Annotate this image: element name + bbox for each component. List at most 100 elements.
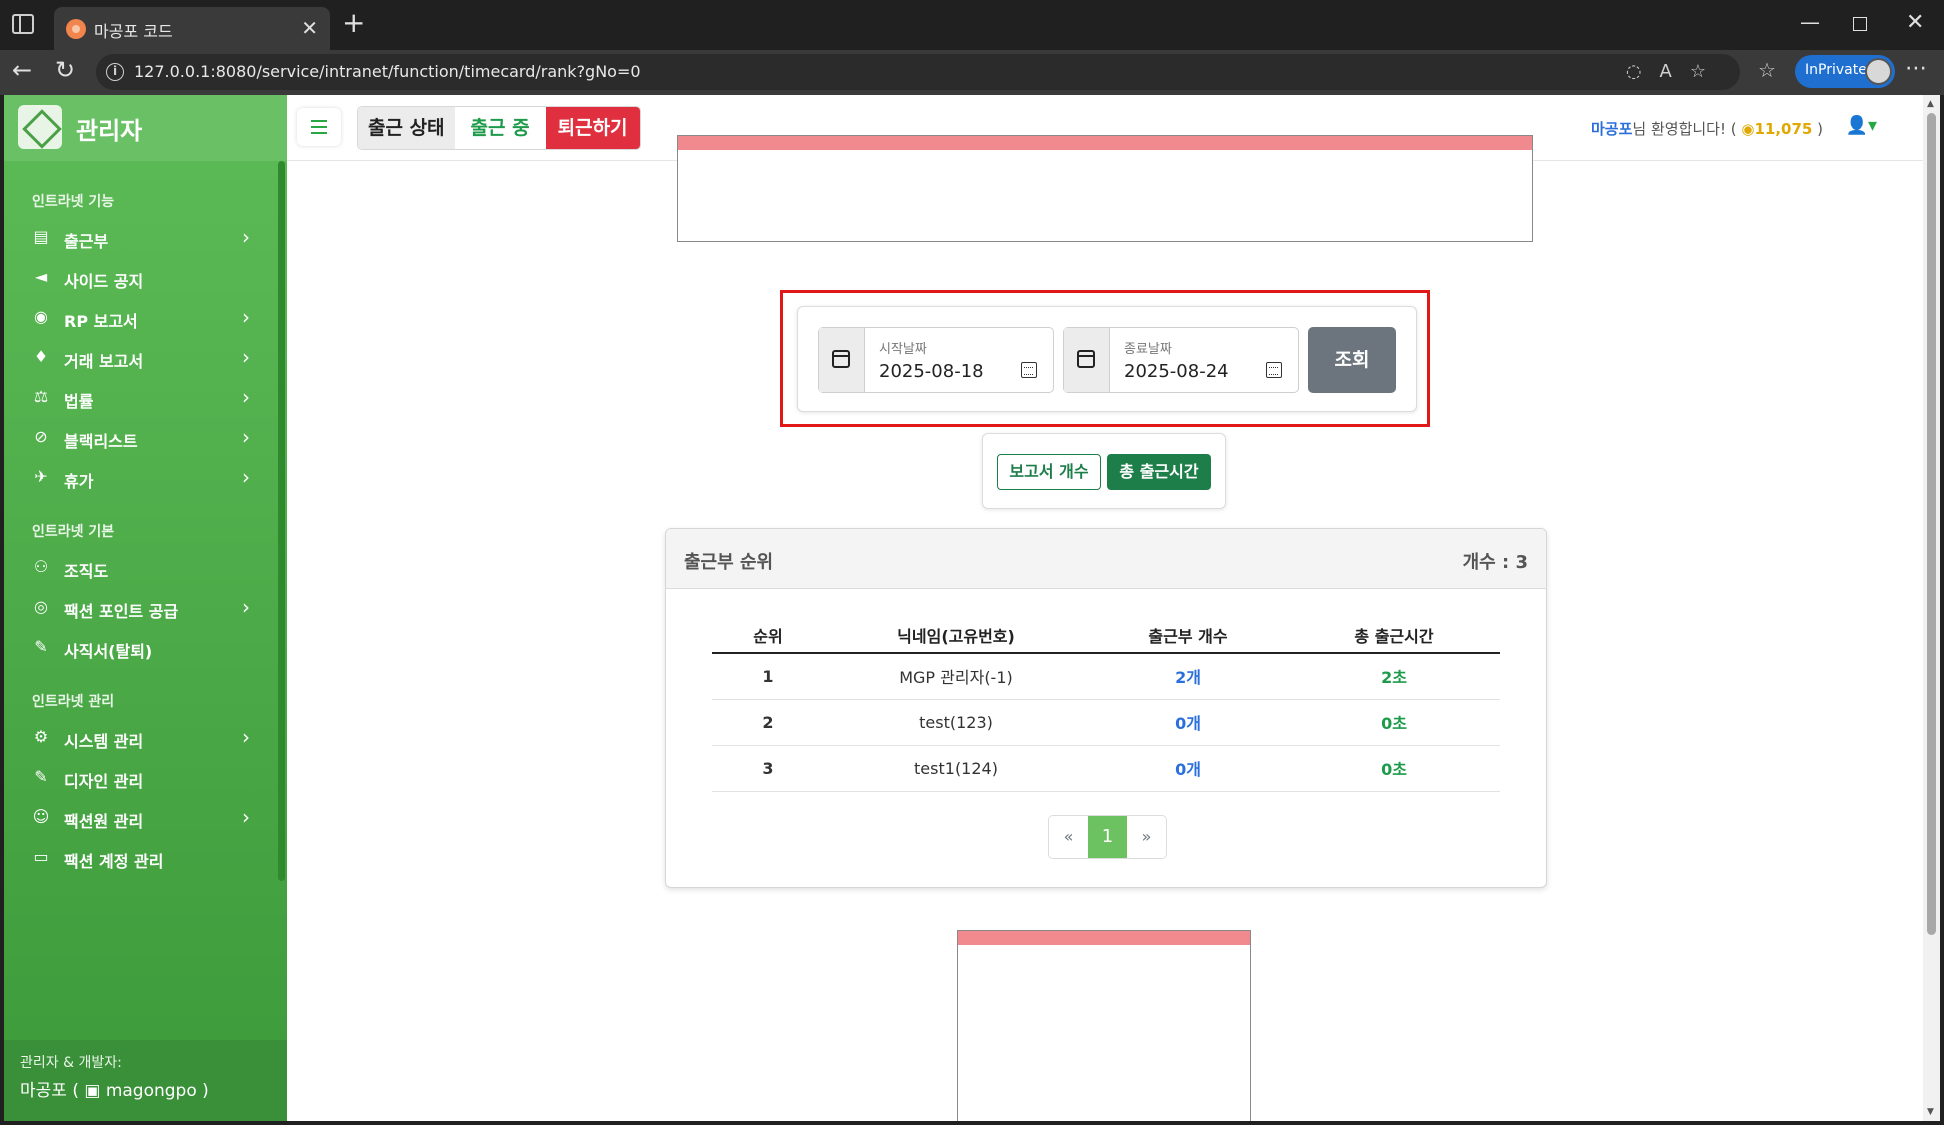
gear-icon: ⚙ bbox=[33, 727, 49, 746]
profile-avatar-icon bbox=[1865, 58, 1892, 85]
table-header-row: 순위 닉네임(고유번호) 출근부 개수 총 출근시간 bbox=[712, 617, 1500, 654]
browser-sidebar-icon[interactable] bbox=[12, 14, 34, 34]
reports-cell: 2개 bbox=[1088, 653, 1288, 700]
scroll-up-icon[interactable]: ▲ bbox=[1927, 99, 1934, 109]
sidebar-item-law[interactable]: ⚖ 법률 › bbox=[28, 381, 258, 415]
sort-by-hours-button[interactable]: 총 출근시간 bbox=[1107, 454, 1211, 490]
pagination-next[interactable]: » bbox=[1127, 816, 1166, 858]
sidebar-item-vacation[interactable]: ✈ 휴가 › bbox=[28, 461, 258, 495]
date-picker-icon[interactable] bbox=[1266, 362, 1282, 378]
chevron-right-icon: › bbox=[242, 385, 250, 409]
sidebar-item-members[interactable]: ☺ 팩션원 관리 › bbox=[28, 801, 258, 835]
feather-icon: ✎ bbox=[34, 637, 48, 656]
end-date-label: 종료날짜 bbox=[1124, 342, 1172, 357]
sort-toggle-card: 보고서 개수 총 출근시간 bbox=[982, 433, 1226, 509]
end-date-value[interactable]: 2025-08-24 bbox=[1124, 361, 1229, 382]
sidebar-item-label: 팩션 포인트 공급 bbox=[64, 602, 179, 621]
scroll-down-icon[interactable]: ▼ bbox=[1927, 1107, 1934, 1117]
address-bar[interactable]: i 127.0.0.1:8080/service/intranet/functi… bbox=[96, 54, 1740, 90]
favorites-icon[interactable]: ☆ bbox=[1758, 58, 1776, 82]
column-header-nickname: 닉네임(고유번호) bbox=[824, 617, 1088, 654]
sidebar-item-rp-report[interactable]: ◉ RP 보고서 › bbox=[28, 301, 258, 335]
page-scrollbar[interactable]: ▲ ▼ bbox=[1923, 95, 1940, 1121]
sidebar-heading: 인트라넷 관리 bbox=[32, 694, 115, 710]
window-close-icon[interactable]: ✕ bbox=[1906, 10, 1924, 35]
end-date-field[interactable]: 종료날짜 2025-08-24 bbox=[1063, 327, 1299, 393]
back-icon[interactable]: ← bbox=[12, 58, 32, 82]
sidebar-item-accounts[interactable]: ▭ 팩션 계정 관리 bbox=[28, 841, 258, 875]
mask-icon: ◉ bbox=[34, 307, 48, 326]
attendance-status-label: 출근 상태 bbox=[358, 107, 455, 149]
users-gear-icon: ☺ bbox=[32, 807, 50, 826]
page-scroll-thumb[interactable] bbox=[1927, 113, 1936, 935]
date-picker-icon[interactable] bbox=[1021, 362, 1037, 378]
nickname-cell: test(123) bbox=[824, 699, 1088, 746]
sidebar-item-label: 법률 bbox=[64, 392, 94, 411]
ranking-title: 출근부 순위 bbox=[684, 552, 774, 573]
hours-cell: 2초 bbox=[1288, 653, 1500, 700]
attendance-status-group: 출근 상태 출근 중 퇴근하기 bbox=[357, 106, 641, 150]
tab-title: 마공포 코드 bbox=[94, 22, 173, 41]
sidebar-item-label: 팩션 계정 관리 bbox=[64, 852, 164, 871]
chevron-right-icon: › bbox=[242, 305, 250, 329]
column-header-rank: 순위 bbox=[712, 617, 824, 654]
inprivate-badge[interactable]: InPrivate bbox=[1795, 55, 1895, 88]
sidebar-item-label: 출근부 bbox=[64, 232, 109, 251]
money-bag-icon: ♦ bbox=[33, 347, 49, 366]
sidebar-item-resignation[interactable]: ✎ 사직서(탈퇴) bbox=[28, 631, 258, 665]
logo-icon bbox=[18, 105, 62, 149]
sidebar-item-system[interactable]: ⚙ 시스템 관리 › bbox=[28, 721, 258, 755]
date-filter-card: 시작날짜 2025-08-18 종료날짜 2025-08-24 조회 bbox=[797, 306, 1417, 412]
calendar-icon bbox=[1077, 350, 1095, 368]
user-menu-icon[interactable]: 👤▾ bbox=[1846, 115, 1877, 136]
new-tab-icon[interactable]: + bbox=[342, 9, 365, 37]
start-date-field[interactable]: 시작날짜 2025-08-18 bbox=[818, 327, 1054, 393]
tab-favicon-icon bbox=[66, 19, 86, 39]
sidebar-item-side-notice[interactable]: ◄ 사이드 공지 bbox=[28, 261, 258, 295]
minimize-icon[interactable]: — bbox=[1800, 10, 1820, 34]
sidebar-item-label: 사직서(탈퇴) bbox=[64, 642, 153, 661]
book-icon: ▤ bbox=[33, 227, 49, 246]
pagination-prev[interactable]: « bbox=[1049, 816, 1088, 858]
tab-close-icon[interactable]: ✕ bbox=[301, 16, 318, 40]
welcome-close: ) bbox=[1812, 120, 1823, 138]
maximize-icon[interactable] bbox=[1853, 17, 1867, 31]
reports-cell: 0개 bbox=[1088, 699, 1288, 746]
sort-by-reports-button[interactable]: 보고서 개수 bbox=[997, 454, 1101, 490]
clock-out-button[interactable]: 퇴근하기 bbox=[545, 107, 640, 149]
bottom-banner bbox=[957, 930, 1251, 1121]
sidebar-heading: 인트라넷 기능 bbox=[32, 194, 115, 210]
ranking-card: 출근부 순위 개수 : 3 순위 닉네임(고유번호) 출근부 개수 총 출근시간… bbox=[665, 528, 1547, 888]
sidebar-item-blacklist[interactable]: ⊘ 블랙리스트 › bbox=[28, 421, 258, 455]
start-date-value[interactable]: 2025-08-18 bbox=[879, 361, 984, 382]
sidebar-heading: 인트라넷 기본 bbox=[32, 524, 115, 540]
chevron-right-icon: › bbox=[242, 425, 250, 449]
sidebar-item-trade-report[interactable]: ♦ 거래 보고서 › bbox=[28, 341, 258, 375]
column-header-hours: 총 출근시간 bbox=[1288, 617, 1500, 654]
chevron-right-icon: › bbox=[242, 345, 250, 369]
start-date-addon bbox=[819, 328, 865, 392]
sidebar-scrollbar[interactable] bbox=[278, 161, 285, 881]
sidebar-item-label: 조직도 bbox=[64, 562, 109, 581]
sidebar-item-label: RP 보고서 bbox=[64, 312, 138, 331]
welcome-text: 님 환영합니다! ( bbox=[1632, 120, 1737, 138]
pagination-page[interactable]: 1 bbox=[1088, 816, 1127, 858]
url-text[interactable]: 127.0.0.1:8080/service/intranet/function… bbox=[134, 62, 641, 81]
search-button[interactable]: 조회 bbox=[1308, 327, 1396, 393]
browser-toolbar: ← ↻ i 127.0.0.1:8080/service/intranet/fu… bbox=[0, 50, 1944, 95]
address-bar-actions-icon[interactable]: ◌A☆ bbox=[1626, 61, 1724, 82]
sidebar-brand[interactable]: 관리자 bbox=[4, 95, 287, 161]
column-header-reports: 출근부 개수 bbox=[1088, 617, 1288, 654]
browser-tab[interactable]: 마공포 코드 ✕ bbox=[54, 7, 330, 50]
banner-strip bbox=[958, 931, 1250, 945]
chevron-right-icon: › bbox=[242, 725, 250, 749]
sidebar-item-timecard[interactable]: ▤ 출근부 › bbox=[28, 221, 258, 255]
sidebar-item-design[interactable]: ✎ 디자인 관리 bbox=[28, 761, 258, 795]
sidebar-item-org-chart[interactable]: ⚇ 조직도 bbox=[28, 551, 258, 585]
menu-toggle-button[interactable] bbox=[297, 108, 341, 146]
hours-cell: 0초 bbox=[1288, 699, 1500, 746]
site-info-icon[interactable]: i bbox=[106, 63, 124, 81]
sidebar-item-faction-points[interactable]: ◎ 팩션 포인트 공급 › bbox=[28, 591, 258, 625]
more-menu-icon[interactable]: ⋯ bbox=[1905, 56, 1927, 81]
reload-icon[interactable]: ↻ bbox=[55, 58, 75, 82]
